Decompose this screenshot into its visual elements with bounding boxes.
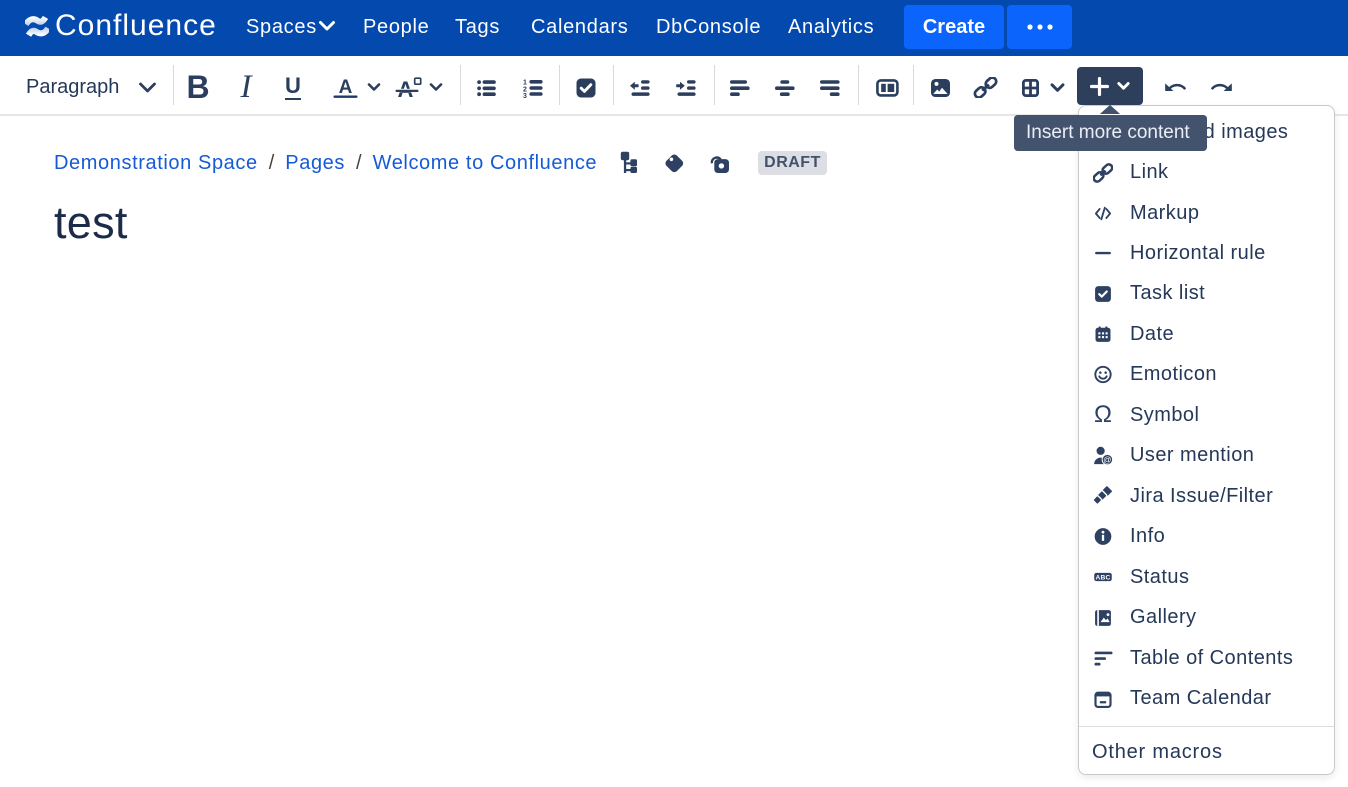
svg-text:@: @	[1103, 455, 1111, 464]
svg-text:ABC: ABC	[1096, 574, 1111, 581]
svg-text:3: 3	[523, 93, 527, 98]
svg-text:A: A	[398, 77, 414, 100]
svg-text:A: A	[339, 77, 353, 98]
